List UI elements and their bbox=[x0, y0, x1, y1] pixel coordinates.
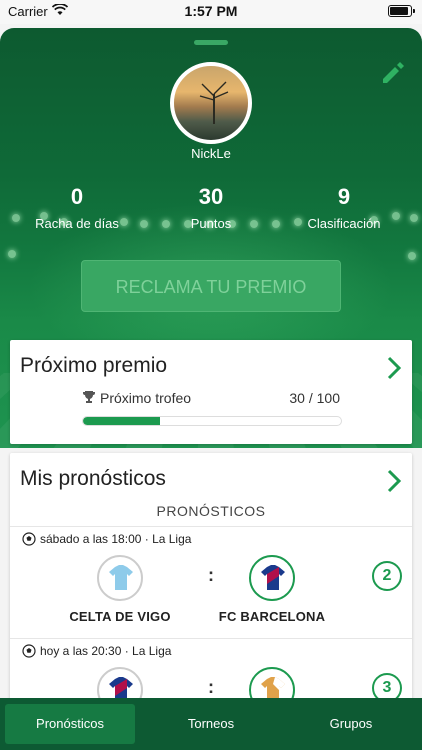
match-time: hoy a las 20:30 · La Liga bbox=[22, 644, 171, 658]
match-time-label: sábado a las 18:00 · La Liga bbox=[40, 532, 192, 546]
match-time-label: hoy a las 20:30 · La Liga bbox=[40, 644, 172, 658]
stat-value: 9 bbox=[337, 184, 351, 209]
stat-value: 0 bbox=[70, 184, 84, 209]
soccer-ball-icon bbox=[22, 532, 36, 546]
tab-torneos[interactable]: Torneos bbox=[146, 704, 276, 744]
stat-label: Racha de días bbox=[35, 216, 119, 231]
predictions-subheader: PRONÓSTICOS bbox=[156, 503, 266, 519]
username: NickLe bbox=[191, 146, 231, 161]
away-jersey-icon bbox=[249, 555, 295, 601]
stat-value: 30 bbox=[198, 184, 224, 209]
home-team: CELTA DE VIGO bbox=[40, 555, 200, 624]
bottom-tab-bar: Pronósticos Torneos Grupos bbox=[0, 698, 422, 750]
trophy-row: Próximo trofeo 30 / 100 bbox=[82, 390, 340, 406]
battery-icon bbox=[388, 5, 415, 17]
stat-label: Clasificación bbox=[307, 216, 381, 231]
tab-grupos[interactable]: Grupos bbox=[286, 704, 416, 744]
edit-pencil-icon[interactable] bbox=[378, 58, 408, 88]
soccer-ball-icon bbox=[22, 644, 36, 658]
home-team-name: CELTA DE VIGO bbox=[69, 609, 171, 624]
stat-ranking: 9 Clasificación bbox=[284, 184, 404, 231]
next-prize-card[interactable]: Próximo premio Próximo trofeo 30 / 100 bbox=[10, 340, 412, 444]
trophy-label: Próximo trofeo bbox=[100, 390, 192, 406]
points-badge: 2 bbox=[372, 561, 402, 591]
chevron-right-icon[interactable] bbox=[386, 356, 402, 380]
away-team: FC BARCELONA bbox=[192, 555, 352, 624]
stat-points: 30 Puntos bbox=[151, 184, 271, 231]
progress-fill bbox=[83, 417, 161, 425]
card-title: Mis pronósticos bbox=[20, 467, 166, 490]
match-time: sábado a las 18:00 · La Liga bbox=[22, 532, 191, 546]
stat-label: Puntos bbox=[190, 216, 232, 231]
chevron-right-icon[interactable] bbox=[386, 469, 402, 493]
prize-progress-bar bbox=[82, 416, 342, 426]
match-row[interactable]: sábado a las 18:00 · La Liga CELTA DE VI… bbox=[10, 526, 412, 638]
claim-prize-button[interactable]: RECLAMA TU PREMIO bbox=[81, 260, 341, 312]
trophy-icon bbox=[83, 391, 95, 403]
away-team-name: FC BARCELONA bbox=[218, 609, 326, 624]
clock: 1:57 PM bbox=[184, 3, 238, 19]
avatar-photo-icon bbox=[199, 81, 229, 124]
drag-handle[interactable] bbox=[194, 40, 228, 45]
avatar[interactable] bbox=[170, 62, 252, 144]
card-title: Próximo premio bbox=[20, 354, 168, 377]
progress-count: 30 / 100 bbox=[289, 390, 340, 406]
tab-pronosticos[interactable]: Pronósticos bbox=[5, 704, 135, 744]
status-bar: Carrier 1:57 PM bbox=[0, 0, 422, 24]
home-jersey-icon bbox=[97, 555, 143, 601]
stat-streak: 0 Racha de días bbox=[17, 184, 137, 231]
